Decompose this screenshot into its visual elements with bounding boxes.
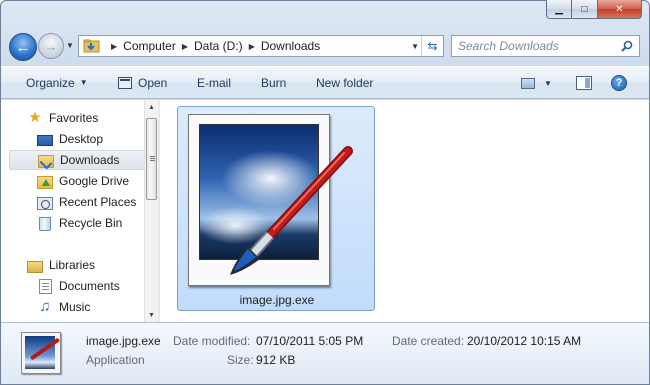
sidebar-item-label: Music bbox=[59, 300, 91, 314]
forward-button[interactable]: → bbox=[38, 33, 64, 59]
email-button[interactable]: E-mail bbox=[197, 66, 231, 99]
sidebar-item-label: Documents bbox=[59, 279, 120, 293]
maximize-button[interactable]: □ bbox=[572, 0, 598, 19]
downloads-folder-icon bbox=[38, 154, 54, 168]
music-icon: ♫ bbox=[39, 298, 51, 315]
size-value: 912 KB bbox=[256, 353, 296, 367]
email-label: E-mail bbox=[197, 75, 232, 90]
breadcrumb-computer[interactable]: Computer bbox=[123, 39, 176, 53]
sidebar-item-desktop[interactable]: Desktop bbox=[9, 129, 145, 149]
recent-pages-dropdown[interactable]: ▼ bbox=[66, 41, 74, 50]
scroll-up-icon[interactable]: ▲ bbox=[148, 104, 155, 111]
help-icon[interactable]: ? bbox=[611, 75, 627, 91]
sidebar-item-recent-places[interactable]: Recent Places bbox=[9, 192, 145, 212]
details-file-name: image.jpg.exe bbox=[86, 334, 161, 348]
preview-pane-icon[interactable] bbox=[576, 76, 592, 90]
navigation-pane-scrollbar[interactable]: ▲ ▼ bbox=[144, 100, 158, 322]
search-input[interactable] bbox=[458, 39, 618, 53]
sidebar-item-label: Favorites bbox=[49, 111, 99, 125]
libraries-icon bbox=[27, 260, 43, 273]
close-button[interactable]: ✕ bbox=[598, 0, 642, 19]
change-view-icon[interactable] bbox=[521, 78, 535, 89]
sidebar-item-google-drive[interactable]: Google Drive bbox=[9, 171, 145, 191]
burn-label: Burn bbox=[261, 75, 287, 90]
date-created-label: Date created: bbox=[392, 334, 465, 348]
sidebar-item-recycle-bin[interactable]: Recycle Bin bbox=[9, 213, 145, 233]
documents-icon bbox=[39, 278, 52, 294]
sidebar-item-libraries[interactable]: Libraries bbox=[9, 255, 145, 275]
refresh-button[interactable]: ⇆ bbox=[421, 36, 443, 56]
search-icon[interactable] bbox=[621, 40, 633, 52]
address-bar[interactable]: ▶ Computer ▶ Data (D:) ▶ Downloads ▼ ⇆ bbox=[78, 35, 444, 57]
burn-button[interactable]: Burn bbox=[261, 66, 286, 99]
sidebar-item-music[interactable]: ♫ Music bbox=[9, 297, 145, 317]
new-folder-label: New folder bbox=[316, 75, 374, 90]
details-thumbnail bbox=[21, 332, 61, 374]
scrollbar-grip-icon bbox=[150, 156, 155, 157]
sidebar-item-label: Downloads bbox=[60, 153, 120, 167]
breadcrumb-separator[interactable]: ▶ bbox=[182, 42, 188, 51]
breadcrumb-separator[interactable]: ▶ bbox=[111, 42, 117, 51]
chevron-down-icon: ▼ bbox=[79, 78, 88, 87]
navigation-pane: ★ Favorites Desktop Downloads Google Dri… bbox=[1, 100, 158, 322]
paint-brush-icon bbox=[230, 146, 353, 275]
refresh-icon: ⇆ bbox=[427, 39, 438, 53]
caption-buttons: ▁ □ ✕ bbox=[546, 0, 642, 19]
sidebar-item-documents[interactable]: Documents bbox=[9, 276, 145, 296]
breadcrumb-downloads[interactable]: Downloads bbox=[261, 39, 320, 53]
sidebar-item-favorites[interactable]: ★ Favorites bbox=[9, 108, 145, 128]
file-list-area[interactable]: image.jpg.exe bbox=[160, 100, 649, 322]
open-program-icon bbox=[118, 76, 132, 89]
forward-arrow-icon: → bbox=[44, 38, 58, 54]
breadcrumb-separator[interactable]: ▶ bbox=[249, 42, 255, 51]
organize-button[interactable]: Organize ▼ bbox=[26, 66, 88, 99]
recycle-bin-icon bbox=[39, 216, 51, 231]
sidebar-item-downloads[interactable]: Downloads bbox=[9, 150, 145, 170]
desktop-icon bbox=[37, 134, 53, 146]
google-drive-icon bbox=[37, 175, 53, 189]
sidebar-item-label: Recent Places bbox=[59, 195, 137, 209]
file-item[interactable]: image.jpg.exe bbox=[177, 106, 375, 311]
sidebar-item-label: Libraries bbox=[49, 258, 96, 272]
recent-places-icon bbox=[37, 196, 53, 210]
details-file-type: Application bbox=[86, 353, 145, 367]
back-button[interactable]: ← bbox=[9, 33, 37, 61]
file-name-label: image.jpg.exe bbox=[239, 293, 315, 307]
address-history-dropdown[interactable]: ▼ bbox=[411, 42, 419, 51]
back-arrow-icon: ← bbox=[15, 38, 31, 56]
sidebar-item-label: Google Drive bbox=[59, 174, 130, 188]
sidebar-item-label: Desktop bbox=[59, 132, 104, 146]
minimize-button[interactable]: ▁ bbox=[546, 0, 572, 19]
folder-downloads-icon bbox=[83, 39, 101, 53]
open-button[interactable]: Open bbox=[118, 66, 167, 99]
size-label: Size: bbox=[227, 353, 254, 367]
scroll-down-icon[interactable]: ▼ bbox=[148, 312, 155, 319]
open-label: Open bbox=[138, 75, 168, 90]
command-bar: Organize ▼ Open E-mail Burn New folder ▼… bbox=[1, 66, 649, 99]
date-modified-value: 07/10/2011 5:05 PM bbox=[256, 334, 364, 348]
new-folder-button[interactable]: New folder bbox=[316, 66, 373, 99]
organize-label: Organize bbox=[26, 75, 75, 90]
date-created-value: 20/10/2012 10:15 AM bbox=[467, 334, 582, 348]
sidebar-item-label: Recycle Bin bbox=[59, 216, 123, 230]
date-modified-label: Date modified: bbox=[173, 334, 251, 348]
star-icon: ★ bbox=[28, 109, 42, 126]
breadcrumb-data-drive[interactable]: Data (D:) bbox=[194, 39, 243, 53]
view-options-dropdown[interactable]: ▼ bbox=[544, 79, 552, 88]
scrollbar-thumb[interactable] bbox=[146, 118, 157, 200]
search-box[interactable] bbox=[451, 35, 640, 57]
details-pane: image.jpg.exe Application Date modified:… bbox=[1, 322, 649, 384]
